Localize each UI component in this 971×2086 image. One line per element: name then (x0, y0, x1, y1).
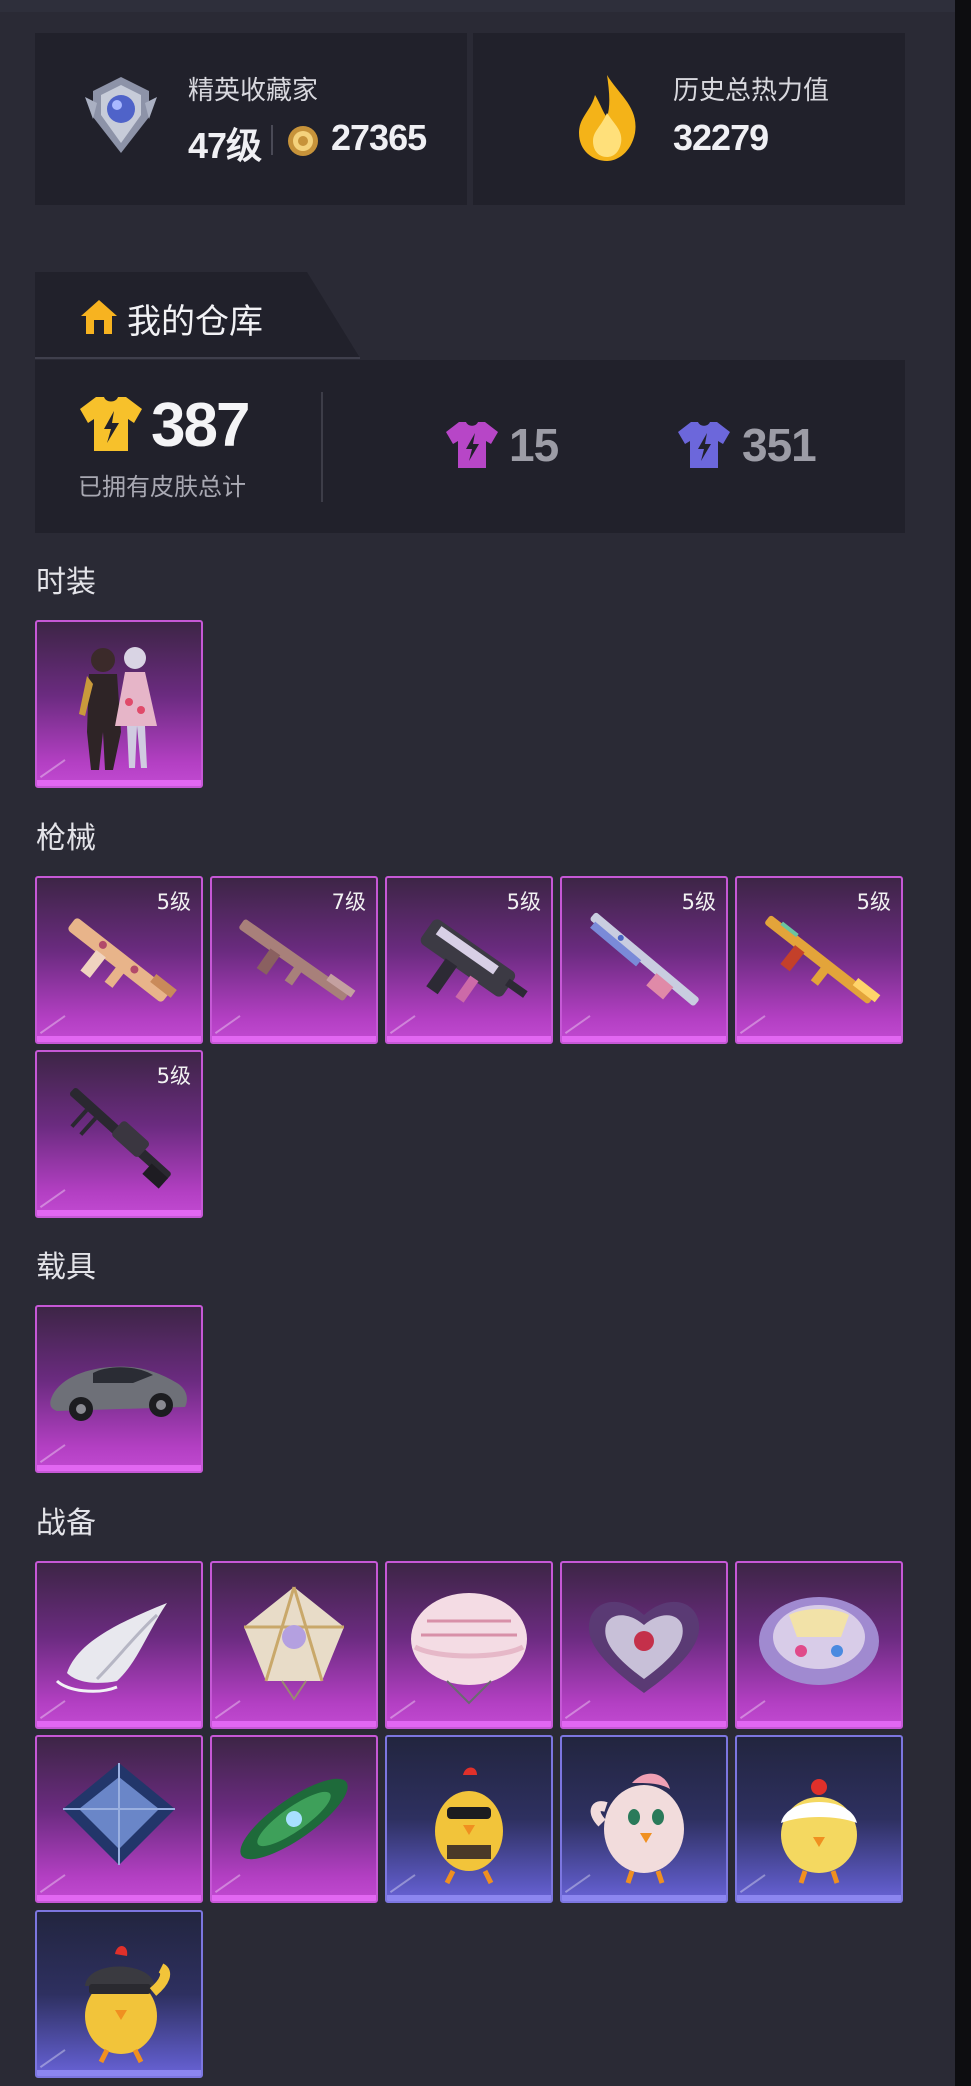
item-level: 5级 (156, 1064, 191, 1088)
glider-icon (55, 1603, 167, 1693)
item-card-gear-5[interactable] (735, 1561, 903, 1729)
outfit-icon (79, 647, 157, 770)
heart-parachute-icon (588, 1601, 700, 1693)
warehouse-tab[interactable]: 我的仓库 (35, 272, 360, 358)
item-card-gear-4[interactable] (560, 1561, 728, 1729)
chicken-icon (590, 1773, 684, 1884)
item-level: 7级 (331, 890, 366, 914)
heat-label: 历史总热力值 (673, 76, 830, 106)
collector-title: 精英收藏家 (188, 76, 319, 106)
heat-panel: 历史总热力值 32279 (473, 33, 905, 205)
item-level: 5级 (856, 890, 891, 914)
parachute-icon (411, 1593, 527, 1705)
blue-count: 351 (742, 419, 817, 471)
item-card-gear-7[interactable] (210, 1735, 378, 1903)
section-title-fashion: 时装 (36, 565, 96, 600)
parachute-icon (63, 1763, 175, 1865)
badge-icon (79, 73, 163, 157)
item-card-gear-11[interactable] (35, 1910, 203, 2078)
glider-icon (240, 1778, 348, 1860)
item-card-fashion[interactable] (35, 620, 203, 788)
chicken-icon (85, 1945, 171, 2064)
purple-shirt-icon (444, 420, 500, 470)
points-icon (285, 123, 321, 159)
flame-icon (569, 73, 645, 163)
item-card-gun-1[interactable]: 5级 (35, 876, 203, 1044)
chicken-icon (435, 1767, 503, 1885)
collector-level: 47级 (188, 125, 262, 166)
item-card-gear-1[interactable] (35, 1561, 203, 1729)
item-card-gear-6[interactable] (35, 1735, 203, 1903)
home-icon (79, 298, 119, 336)
item-card-gear-2[interactable] (210, 1561, 378, 1729)
item-card-gun-2[interactable]: 7级 (210, 876, 378, 1044)
item-card-vehicle[interactable] (35, 1305, 203, 1473)
heat-value: 32279 (673, 117, 769, 158)
car-icon (50, 1366, 187, 1421)
collector-panel: 精英收藏家 47级 27365 (35, 33, 467, 205)
collector-points: 27365 (331, 117, 427, 158)
warehouse-tab-label: 我的仓库 (127, 302, 263, 342)
tab-underline (35, 357, 360, 359)
section-title-vehicles: 载具 (36, 1250, 96, 1285)
gold-shirt-icon (78, 395, 144, 453)
section-title-guns: 枪械 (36, 821, 96, 856)
summary-panel: 387 已拥有皮肤总计 15 351 (35, 360, 905, 533)
item-card-gear-10[interactable] (735, 1735, 903, 1903)
item-level: 5级 (506, 890, 541, 914)
summary-divider (321, 392, 323, 502)
parachute-icon (244, 1586, 344, 1701)
item-card-gun-6[interactable]: 5级 (35, 1050, 203, 1218)
item-card-gear-9[interactable] (560, 1735, 728, 1903)
item-card-gun-4[interactable]: 5级 (560, 876, 728, 1044)
blue-shirt-icon (676, 420, 732, 470)
item-level: 5级 (156, 890, 191, 914)
chicken-icon (781, 1779, 857, 1884)
item-card-gun-3[interactable]: 5级 (385, 876, 553, 1044)
item-card-gear-3[interactable] (385, 1561, 553, 1729)
item-level: 5级 (681, 890, 716, 914)
parachute-icon (759, 1597, 879, 1685)
purple-count: 15 (509, 419, 559, 471)
item-card-gear-8[interactable] (385, 1735, 553, 1903)
item-card-gun-5[interactable]: 5级 (735, 876, 903, 1044)
divider (271, 125, 273, 155)
section-title-gear: 战备 (36, 1506, 96, 1541)
total-skins-label: 已拥有皮肤总计 (78, 473, 246, 501)
total-skins-value: 387 (151, 391, 250, 460)
scrollbar[interactable] (955, 0, 971, 2086)
top-strip (0, 0, 955, 12)
